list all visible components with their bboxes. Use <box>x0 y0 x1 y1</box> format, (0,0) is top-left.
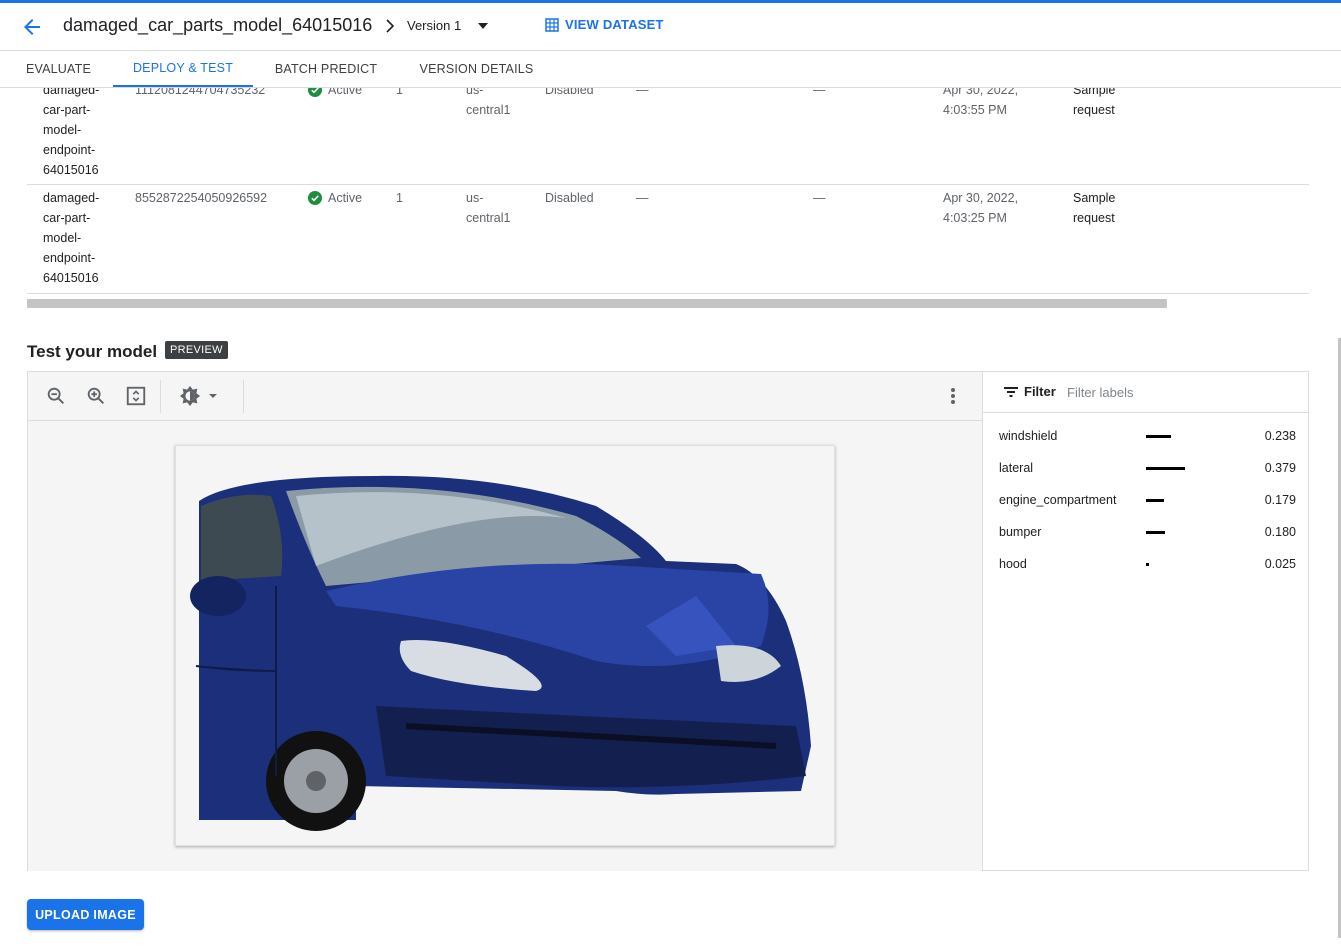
header: damaged_car_parts_model_64015016 Version… <box>0 3 1341 50</box>
zoom-in-icon[interactable] <box>85 385 107 407</box>
endpoint-name[interactable]: damaged-car-part-model-endpoint-64015016 <box>43 188 113 288</box>
content-scroll-area[interactable]: damaged-car-part-model-endpoint-64015016… <box>0 88 1341 950</box>
region: us-central1 <box>466 191 511 225</box>
status: Active <box>308 188 362 208</box>
endpoint-id: 1112081244704735232 <box>135 88 266 97</box>
prediction-score-bar <box>1146 531 1165 534</box>
back-arrow-icon[interactable] <box>20 15 44 39</box>
tab-bar: EVALUATE DEPLOY & TEST BATCH PREDICT VER… <box>0 51 1341 88</box>
status-label: Active <box>328 191 363 205</box>
image-toolbar <box>28 372 982 421</box>
prediction-score-bar <box>1146 467 1185 470</box>
filter-labels-input[interactable] <box>1067 381 1267 403</box>
tab-label: BATCH PREDICT <box>274 62 378 76</box>
models-count: 1 <box>396 88 403 97</box>
tab-label: DEPLOY & TEST <box>132 61 234 75</box>
caret-down-icon[interactable] <box>476 19 490 33</box>
sample-request-link[interactable]: Sample request <box>1073 88 1143 120</box>
status: Active <box>308 88 362 100</box>
preview-badge: PREVIEW <box>165 341 228 359</box>
table-row[interactable]: damaged-car-part-model-endpoint-64015016… <box>27 88 1309 185</box>
prediction-score: 0.379 <box>1264 461 1296 475</box>
brightness-icon[interactable] <box>179 385 201 407</box>
test-image-card <box>175 445 835 846</box>
region: us-central1 <box>466 88 511 117</box>
test-section-title: Test your model <box>27 342 158 361</box>
endpoint-id: 8552872254050926592 <box>135 191 268 205</box>
tab-evaluate[interactable]: EVALUATE <box>14 51 103 87</box>
tab-label: VERSION DETAILS <box>419 62 534 76</box>
prediction-score: 0.025 <box>1264 557 1296 571</box>
prediction-score-bar <box>1146 499 1164 502</box>
sample-request-link[interactable]: Sample request <box>1073 188 1143 228</box>
check-circle-icon <box>308 191 322 205</box>
prediction-label: hood <box>999 557 1027 571</box>
empty-value: — <box>813 191 826 205</box>
models-count: 1 <box>396 191 403 205</box>
endpoint-name[interactable]: damaged-car-part-model-endpoint-64015016 <box>43 88 113 180</box>
table-row[interactable]: damaged-car-part-model-endpoint-64015016… <box>27 185 1309 294</box>
tab-version-details[interactable]: VERSION DETAILS <box>405 51 548 87</box>
prediction-label: windshield <box>999 429 1058 443</box>
tab-deploy-test[interactable]: DEPLOY & TEST <box>113 51 253 87</box>
prediction-score-bar <box>1146 563 1149 566</box>
filter-label: Filter <box>1024 384 1056 399</box>
fit-icon[interactable] <box>125 385 147 407</box>
damaged-car-image <box>176 446 834 845</box>
prediction-label: lateral <box>999 461 1034 475</box>
version-selector[interactable]: Version 1 <box>407 18 461 33</box>
prediction-row[interactable]: lateral 0.379 <box>999 458 1296 478</box>
prediction-score-bar <box>1146 435 1171 438</box>
prediction-score: 0.180 <box>1264 525 1296 539</box>
logging: Disabled <box>545 191 594 205</box>
filter-bar: Filter <box>983 372 1309 413</box>
prediction-row[interactable]: hood 0.025 <box>999 554 1296 574</box>
image-viewer[interactable] <box>28 421 982 871</box>
labels-pane: Filter windshield 0.238 lateral 0.379 engine… <box>982 372 1309 870</box>
model-title: damaged_car_parts_model_64015016 <box>63 15 373 35</box>
chevron-right-icon <box>386 19 395 33</box>
prediction-label: engine_compartment <box>999 493 1117 507</box>
prediction-row[interactable]: engine_compartment 0.179 <box>999 490 1296 510</box>
prediction-row[interactable]: windshield 0.238 <box>999 426 1296 446</box>
toolbar-divider <box>160 380 161 413</box>
caret-down-icon[interactable] <box>206 385 220 407</box>
prediction-label: bumper <box>999 525 1042 539</box>
created-time: Apr 30, 2022, 4:03:55 PM <box>943 88 1019 117</box>
horizontal-scrollbar[interactable] <box>27 299 1167 308</box>
status-label: Active <box>328 88 363 97</box>
check-circle-icon <box>308 88 322 97</box>
view-dataset-label: VIEW DATASET <box>565 17 664 32</box>
prediction-score: 0.179 <box>1264 493 1296 507</box>
empty-value: — <box>813 88 826 97</box>
empty-value: — <box>636 191 649 205</box>
zoom-out-icon[interactable] <box>45 385 67 407</box>
empty-value: — <box>636 88 649 97</box>
upload-image-button[interactable]: UPLOAD IMAGE <box>27 899 144 930</box>
created-time: Apr 30, 2022, 4:03:25 PM <box>943 191 1019 225</box>
prediction-score: 0.238 <box>1264 429 1296 443</box>
toolbar-divider <box>243 380 244 413</box>
grid-icon <box>545 17 559 32</box>
filter-icon[interactable] <box>1003 385 1019 399</box>
prediction-row[interactable]: bumper 0.180 <box>999 522 1296 542</box>
tab-label: EVALUATE <box>25 62 92 76</box>
tab-batch-predict[interactable]: BATCH PREDICT <box>262 51 390 87</box>
view-dataset-button[interactable]: VIEW DATASET <box>545 17 664 32</box>
logging: Disabled <box>545 88 594 97</box>
test-panel: Filter windshield 0.238 lateral 0.379 engine… <box>27 371 1309 871</box>
more-vert-icon[interactable] <box>942 385 964 407</box>
